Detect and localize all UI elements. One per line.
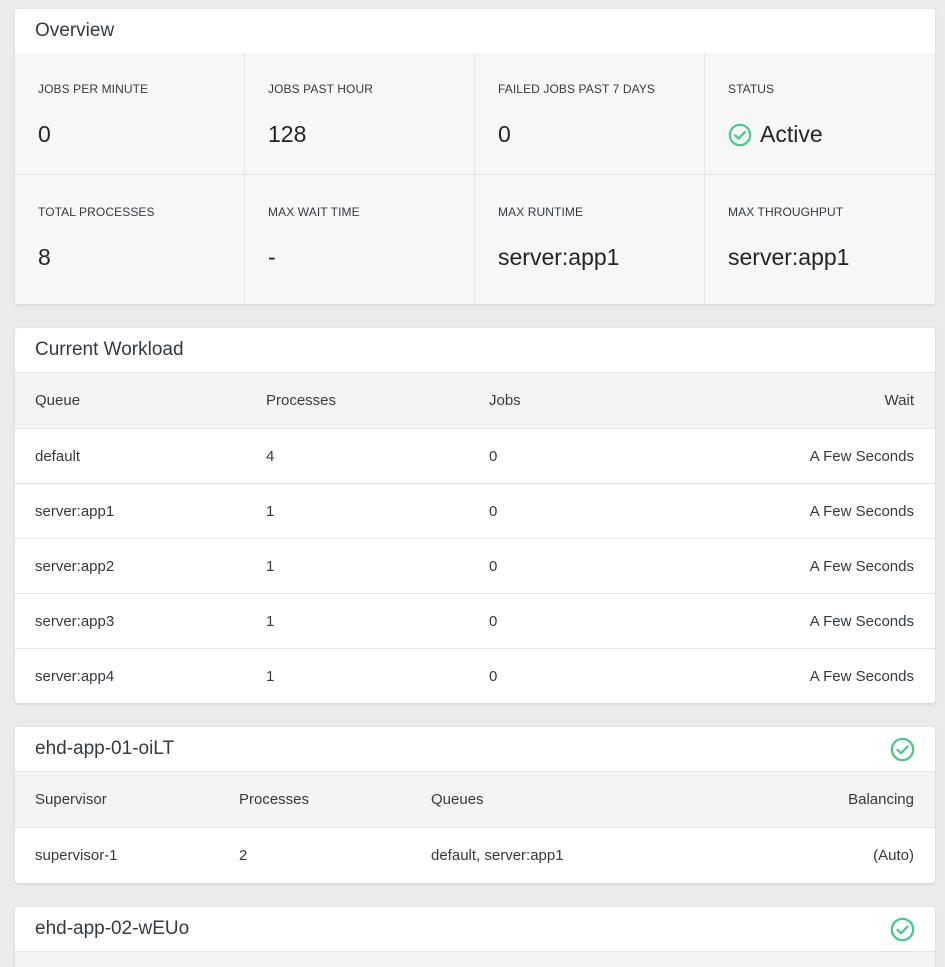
stat-label: MAX THROUGHPUT — [728, 205, 844, 219]
column-header-processes: Processes — [239, 771, 431, 828]
supervisor-card: ehd-app-02-wEUo — [15, 907, 935, 967]
stat-status: STATUS Active — [705, 53, 935, 175]
overview-header: Overview — [15, 9, 935, 53]
queue-processes: 1 — [266, 648, 489, 703]
stat-label: STATUS — [728, 82, 775, 96]
table-header-row: Queue Processes Jobs Wait — [15, 372, 935, 429]
stat-value: 8 — [38, 244, 51, 270]
queue-jobs: 0 — [489, 483, 629, 539]
workload-title: Current Workload — [35, 339, 184, 360]
stat-value: server:app1 — [728, 244, 850, 270]
supervisor-header: ehd-app-01-oiLT — [15, 727, 935, 771]
stat-label: TOTAL PROCESSES — [38, 205, 155, 219]
stat-total-processes: TOTAL PROCESSES 8 — [15, 175, 245, 304]
queue-jobs: 0 — [489, 593, 629, 649]
check-circle-icon — [728, 123, 752, 147]
column-header-balancing: Balancing — [731, 771, 935, 828]
supervisor-name: supervisor-1 — [15, 827, 239, 883]
table-row: server:app4 1 0 A Few Seconds — [15, 648, 935, 703]
stat-value: 0 — [498, 121, 511, 147]
stat-jobs-per-minute: JOBS PER MINUTE 0 — [15, 53, 245, 175]
table-header-row — [15, 951, 935, 967]
supervisor-processes: 2 — [239, 827, 431, 883]
stat-failed-jobs: FAILED JOBS PAST 7 DAYS 0 — [475, 53, 705, 175]
stat-value: server:app1 — [498, 244, 620, 270]
queue-processes: 1 — [266, 593, 489, 649]
stat-value: - — [268, 244, 276, 270]
status-text: Active — [760, 121, 823, 147]
workload-header: Current Workload — [15, 328, 935, 372]
queue-processes: 4 — [266, 428, 489, 484]
table-row: server:app2 1 0 A Few Seconds — [15, 538, 935, 594]
supervisor-balancing: (Auto) — [731, 827, 935, 883]
workload-table: Queue Processes Jobs Wait default 4 0 A … — [15, 372, 935, 703]
table-row: default 4 0 A Few Seconds — [15, 428, 935, 484]
column-header-wait: Wait — [629, 372, 935, 429]
stat-label: JOBS PER MINUTE — [38, 82, 149, 96]
column-header-queue: Queue — [15, 372, 266, 429]
supervisor-host-name: ehd-app-01-oiLT — [35, 738, 175, 759]
queue-jobs: 0 — [489, 538, 629, 594]
queue-name: server:app1 — [15, 483, 266, 539]
queue-processes: 1 — [266, 538, 489, 594]
queue-name: server:app3 — [15, 593, 266, 649]
queue-jobs: 0 — [489, 648, 629, 703]
workload-card: Current Workload Queue Processes Jobs Wa… — [15, 328, 935, 703]
overview-title: Overview — [35, 20, 115, 41]
supervisor-queues: default, server:app1 — [431, 827, 731, 883]
queue-wait: A Few Seconds — [629, 538, 935, 594]
stat-max-runtime: MAX RUNTIME server:app1 — [475, 175, 705, 304]
queue-wait: A Few Seconds — [629, 648, 935, 703]
supervisor-header: ehd-app-02-wEUo — [15, 907, 935, 951]
stat-jobs-past-hour: JOBS PAST HOUR 128 — [245, 53, 475, 175]
table-row: supervisor-1 2 default, server:app1 (Aut… — [15, 827, 935, 883]
column-header-queues: Queues — [431, 771, 731, 828]
queue-name: server:app4 — [15, 648, 266, 703]
overview-card: Overview JOBS PER MINUTE 0 JOBS PAST HOU… — [15, 9, 935, 304]
queue-jobs: 0 — [489, 428, 629, 484]
stat-max-throughput: MAX THROUGHPUT server:app1 — [705, 175, 935, 304]
queue-wait: A Few Seconds — [629, 483, 935, 539]
queue-name: server:app2 — [15, 538, 266, 594]
queue-wait: A Few Seconds — [629, 593, 935, 649]
table-header-row: Supervisor Processes Queues Balancing — [15, 771, 935, 828]
stat-label: JOBS PAST HOUR — [268, 82, 373, 96]
column-header-processes: Processes — [266, 372, 489, 429]
check-circle-icon — [890, 917, 915, 942]
supervisor-table: Supervisor Processes Queues Balancing su… — [15, 771, 935, 883]
stat-max-wait-time: MAX WAIT TIME - — [245, 175, 475, 304]
supervisor-card: ehd-app-01-oiLT Supervisor Processes Que… — [15, 727, 935, 883]
column-header-jobs: Jobs — [489, 372, 629, 429]
stat-label: MAX WAIT TIME — [268, 205, 360, 219]
check-circle-icon — [890, 737, 915, 762]
supervisor-host-name: ehd-app-02-wEUo — [35, 918, 190, 939]
stat-label: MAX RUNTIME — [498, 205, 584, 219]
column-header-supervisor: Supervisor — [15, 771, 239, 828]
stat-value: Active — [728, 121, 911, 148]
queue-name: default — [15, 428, 266, 484]
table-row: server:app3 1 0 A Few Seconds — [15, 593, 935, 649]
stat-label: FAILED JOBS PAST 7 DAYS — [498, 82, 656, 96]
overview-stats-grid: JOBS PER MINUTE 0 JOBS PAST HOUR 128 FAI… — [15, 53, 935, 304]
stat-value: 128 — [268, 121, 307, 147]
stat-value: 0 — [38, 121, 51, 147]
queue-wait: A Few Seconds — [629, 428, 935, 484]
queue-processes: 1 — [266, 483, 489, 539]
table-row: server:app1 1 0 A Few Seconds — [15, 483, 935, 539]
